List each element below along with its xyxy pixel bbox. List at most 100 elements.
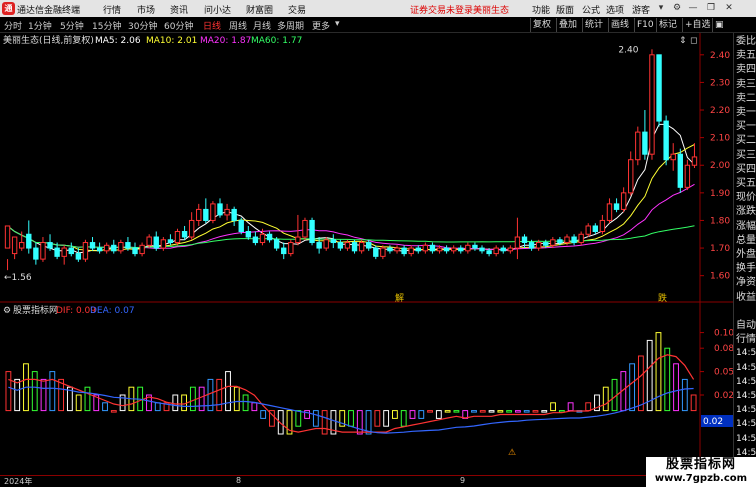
period-5min[interactable]: 5分钟 xyxy=(60,19,84,32)
indicator-settings-icon[interactable]: ⚙ xyxy=(3,306,11,316)
side-panel-label[interactable]: 买二 xyxy=(736,134,756,147)
panel-menu-icon[interactable]: ⇕ xyxy=(679,36,687,46)
candle-body xyxy=(642,131,648,155)
indicator-tick-label: 0.08 xyxy=(714,344,733,354)
watermark: 股票指标网 www.7gpzb.com xyxy=(646,457,756,487)
side-panel-label[interactable]: 涨幅 xyxy=(736,220,756,233)
menu-function[interactable]: 功能 xyxy=(532,3,550,16)
tool-f10[interactable]: F10 xyxy=(634,18,656,32)
candle-body xyxy=(443,247,450,252)
candle-body xyxy=(500,247,506,252)
side-panel-label[interactable]: 行情 xyxy=(736,333,756,346)
maximize-icon[interactable]: ❐ xyxy=(704,1,718,15)
side-panel-label[interactable]: 卖四 xyxy=(736,63,756,76)
side-panel-label[interactable]: 委比 xyxy=(736,35,756,48)
menu-wenxiaoda[interactable]: 问小达 xyxy=(204,3,231,16)
menu-fortune-circle[interactable]: 财富圈 xyxy=(246,3,273,16)
period-15min[interactable]: 15分钟 xyxy=(92,19,121,32)
period-toolbar: 分时 1分钟 5分钟 15分钟 30分钟 60分钟 日线 周线 月线 多周期 更… xyxy=(0,17,756,33)
side-panel-label[interactable]: 14:50 xyxy=(736,347,756,360)
side-panel-label[interactable]: 14:50 xyxy=(736,418,756,431)
side-panel-label[interactable]: 收益 xyxy=(736,291,756,304)
side-panel-label[interactable]: 净资 xyxy=(736,276,756,289)
panel-expand-icon[interactable]: ◻ xyxy=(690,36,697,46)
candle-body xyxy=(125,242,131,249)
candle-body xyxy=(295,236,301,244)
period-60min[interactable]: 60分钟 xyxy=(164,19,193,32)
side-panel-label[interactable]: 卖一 xyxy=(736,106,756,119)
side-panel-label[interactable]: 现价 xyxy=(736,191,756,204)
menu-options[interactable]: 选项 xyxy=(606,3,624,16)
period-30min[interactable]: 30分钟 xyxy=(128,19,157,32)
time-label-aug: 8 xyxy=(236,476,242,485)
candle-body xyxy=(691,156,698,166)
menu-dropdown-icon[interactable]: ▾ xyxy=(654,1,668,15)
period-daily[interactable]: 日线 xyxy=(203,19,221,32)
candle-body xyxy=(543,242,549,246)
menu-layout[interactable]: 版面 xyxy=(556,3,574,16)
tool-statistics[interactable]: 统计 xyxy=(582,18,605,32)
menu-trade[interactable]: 交易 xyxy=(288,3,306,16)
menu-formula[interactable]: 公式 xyxy=(582,3,600,16)
price-tick-label: 1.90 xyxy=(710,189,730,199)
side-panel-label[interactable]: 总量 xyxy=(736,234,756,247)
side-panel-label[interactable]: 卖二 xyxy=(736,92,756,105)
side-panel-label[interactable]: 买五 xyxy=(736,177,756,190)
period-multi[interactable]: 多周期 xyxy=(277,19,304,32)
more-dropdown-icon[interactable]: ▾ xyxy=(335,19,340,29)
candle-body xyxy=(75,253,82,260)
period-timeshare[interactable]: 分时 xyxy=(4,19,22,32)
period-1min[interactable]: 1分钟 xyxy=(28,19,52,32)
chart-title: 美丽生态(日线,前复权) xyxy=(3,34,94,46)
candle-body xyxy=(380,247,386,257)
candle-body xyxy=(528,242,535,249)
candle-body xyxy=(224,208,230,216)
tool-mark[interactable]: 标记 xyxy=(656,18,679,32)
menu-quotes[interactable]: 行情 xyxy=(103,3,121,16)
side-panel-label[interactable]: 卖三 xyxy=(736,78,756,91)
tool-layout-icon[interactable]: ▣ xyxy=(712,18,726,32)
indicator-chart[interactable]: ⚙ 股票指标网 DIF: 0.09 DEA: 0.07 0.020.050.08… xyxy=(0,303,733,475)
menu-guest[interactable]: 游客 xyxy=(632,3,650,16)
side-panel-label[interactable]: 14:50 xyxy=(736,390,756,403)
period-weekly[interactable]: 周线 xyxy=(229,19,247,32)
candle-body xyxy=(521,236,528,244)
side-panel-label[interactable]: 外盘 xyxy=(736,248,756,261)
candle-body xyxy=(217,203,223,216)
side-panel-label[interactable]: 14:50 xyxy=(736,376,756,389)
tool-add-favorite[interactable]: +自选 xyxy=(682,18,713,32)
side-panel-label[interactable]: 自动 xyxy=(736,319,756,332)
side-panel-label[interactable]: 买一 xyxy=(736,120,756,133)
tool-draw-line[interactable]: 画线 xyxy=(608,18,631,32)
side-panel-label[interactable]: 14:50 xyxy=(736,362,756,375)
tool-restore-rights[interactable]: 复权 xyxy=(530,18,553,32)
side-panel-label[interactable]: 14:50 xyxy=(736,404,756,417)
price-tick-label: 2.40 xyxy=(710,51,730,61)
candle-body xyxy=(33,247,39,260)
side-panel-label[interactable]: 买四 xyxy=(736,163,756,176)
candlestick-chart[interactable]: 美丽生态(日线,前复权) MA5: 2.06 MA10: 2.01 MA20: … xyxy=(0,33,733,303)
side-panel-label[interactable]: 涨跌 xyxy=(736,205,756,218)
tool-overlay[interactable]: 叠加 xyxy=(556,18,579,32)
price-tick-label: 2.30 xyxy=(710,78,730,88)
candle-body xyxy=(408,247,414,255)
side-panel-label[interactable]: 换手 xyxy=(736,262,756,275)
time-label-sep: 9 xyxy=(460,476,466,485)
side-panel-label[interactable]: 买三 xyxy=(736,149,756,162)
marker-unlock: 解 xyxy=(395,292,404,303)
candle-body xyxy=(422,244,429,252)
settings-icon[interactable]: ⚙ xyxy=(670,1,684,15)
menu-news[interactable]: 资讯 xyxy=(170,3,188,16)
side-panel-label[interactable]: 14:50 xyxy=(736,433,756,446)
login-notice[interactable]: 证券交易未登录 xyxy=(410,3,473,16)
side-panel-label[interactable]: 卖五 xyxy=(736,49,756,62)
period-monthly[interactable]: 月线 xyxy=(253,19,271,32)
close-icon[interactable]: ✕ xyxy=(722,1,736,15)
minimize-icon[interactable]: — xyxy=(686,1,700,15)
candle-body xyxy=(635,131,641,161)
app-logo-icon: 通 xyxy=(2,2,15,15)
high-price-label: 2.40 xyxy=(618,45,638,55)
period-more[interactable]: 更多 xyxy=(312,19,330,32)
menu-market[interactable]: 市场 xyxy=(137,3,155,16)
candle-body xyxy=(366,242,372,249)
